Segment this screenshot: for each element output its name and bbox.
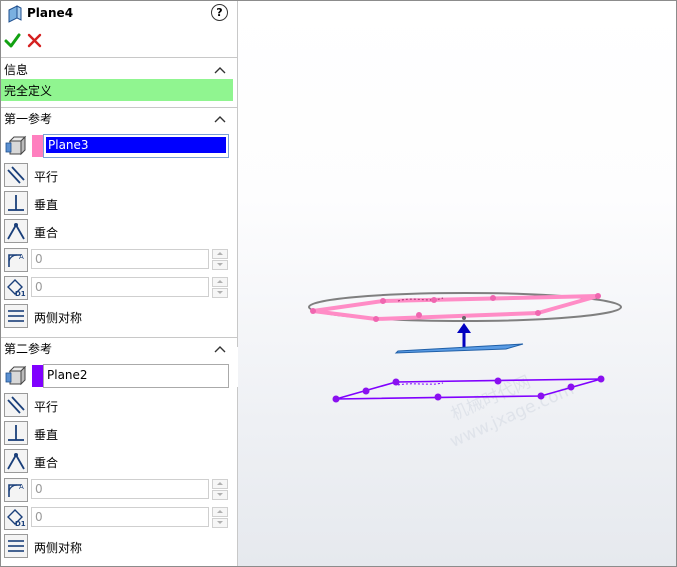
angle-input[interactable]: 0 (31, 479, 209, 499)
increment-icon[interactable] (212, 277, 228, 287)
offset-distance-input[interactable]: 0 (31, 507, 209, 527)
model-view[interactable]: 机械时代网 www.jxage.com (238, 1, 676, 566)
coincident-icon (7, 453, 25, 470)
offset-distance-input[interactable]: 0 (31, 277, 209, 297)
decrement-icon[interactable] (212, 490, 228, 500)
angle-input[interactable]: 0 (31, 249, 209, 269)
app-frame: Plane4 ? 信息 完全定义 第一参考 Plane3 平行 垂直 重合 A … (0, 0, 677, 567)
perpendicular-icon (8, 195, 24, 211)
plane-feature-icon (7, 5, 23, 26)
divider (1, 57, 237, 58)
offset-distance-button[interactable]: D1 (4, 506, 28, 530)
parallel-button[interactable] (4, 163, 28, 187)
parallel-icon (7, 166, 25, 184)
coincident-label: 重合 (34, 226, 59, 240)
chevron-up-icon[interactable] (214, 63, 226, 77)
angle-stepper[interactable] (212, 249, 228, 270)
chevron-up-icon[interactable] (214, 112, 226, 126)
increment-icon[interactable] (212, 249, 228, 259)
angle-button[interactable]: A (4, 248, 28, 272)
mid-plane-icon (8, 310, 24, 322)
angle-value: 0 (35, 482, 43, 496)
svg-text:A: A (19, 253, 24, 261)
parallel-icon (7, 396, 25, 414)
close-icon (27, 33, 42, 48)
coincident-label: 重合 (34, 456, 59, 470)
decrement-icon[interactable] (212, 288, 228, 298)
perpendicular-label: 垂直 (34, 428, 59, 442)
coincident-icon (7, 223, 25, 240)
increment-icon[interactable] (212, 479, 228, 489)
page-title: Plane4 (27, 6, 74, 20)
perpendicular-button[interactable] (4, 191, 28, 215)
both-sides-label: 两侧对称 (34, 311, 83, 325)
angle-icon: A (8, 483, 24, 497)
both-sides-label: 两侧对称 (34, 541, 83, 555)
perpendicular-label: 垂直 (34, 198, 59, 212)
property-manager-panel: Plane4 ? 信息 完全定义 第一参考 Plane3 平行 垂直 重合 A … (1, 1, 238, 566)
first-reference-section-header[interactable]: 第一参考 (1, 108, 237, 128)
ok-button[interactable] (4, 32, 21, 52)
offset-value: 0 (35, 280, 43, 294)
offset-stepper[interactable] (212, 277, 228, 298)
both-sides-button[interactable] (4, 534, 28, 558)
watermark: 机械时代网 www.jxage.com (447, 372, 577, 452)
coincident-button[interactable] (4, 219, 28, 243)
first-reference-field[interactable]: Plane3 (43, 134, 229, 158)
new-plane-preview[interactable] (394, 343, 524, 354)
reference-value: Plane2 (47, 368, 88, 382)
selected-reference-value: Plane3 (46, 137, 226, 153)
offset-distance-icon: D1 (7, 509, 26, 528)
parallel-label: 平行 (34, 400, 59, 414)
checkmark-icon (4, 33, 21, 48)
angle-button[interactable]: A (4, 478, 28, 502)
perpendicular-button[interactable] (4, 421, 28, 445)
help-icon[interactable]: ? (211, 4, 228, 21)
cancel-button[interactable] (27, 33, 42, 51)
status-badge: 完全定义 (1, 79, 233, 101)
coincident-button[interactable] (4, 449, 28, 473)
second-reference-section-header[interactable]: 第二参考 (1, 338, 237, 358)
both-sides-button[interactable] (4, 304, 28, 328)
section-title: 信息 (4, 63, 29, 77)
reference-selection-icon[interactable] (5, 365, 27, 387)
chevron-up-icon[interactable] (214, 342, 226, 356)
section-title: 第二参考 (4, 342, 53, 356)
mid-plane-icon (8, 540, 24, 552)
svg-text:D1: D1 (15, 520, 26, 528)
angle-stepper[interactable] (212, 479, 228, 500)
angle-icon: A (8, 253, 24, 267)
second-reference-field[interactable]: Plane2 (43, 364, 229, 388)
reference-color-swatch (32, 365, 43, 387)
section-title: 第一参考 (4, 112, 53, 126)
parallel-label: 平行 (34, 170, 59, 184)
offset-value: 0 (35, 510, 43, 524)
offset-stepper[interactable] (212, 507, 228, 528)
angle-value: 0 (35, 252, 43, 266)
property-manager-header: Plane4 ? (1, 1, 237, 27)
reference-color-swatch (32, 135, 43, 157)
info-section-header[interactable]: 信息 (1, 59, 237, 79)
offset-distance-icon: D1 (7, 279, 26, 298)
status-text: 完全定义 (4, 84, 53, 98)
reference-selection-icon[interactable] (5, 135, 27, 157)
graphics-viewport[interactable]: 机械时代网 www.jxage.com (238, 1, 676, 566)
svg-text:A: A (19, 483, 24, 491)
increment-icon[interactable] (212, 507, 228, 517)
parallel-button[interactable] (4, 393, 28, 417)
decrement-icon[interactable] (212, 260, 228, 270)
perpendicular-icon (8, 425, 24, 441)
decrement-icon[interactable] (212, 518, 228, 528)
offset-distance-button[interactable]: D1 (4, 276, 28, 300)
svg-text:D1: D1 (15, 290, 26, 298)
